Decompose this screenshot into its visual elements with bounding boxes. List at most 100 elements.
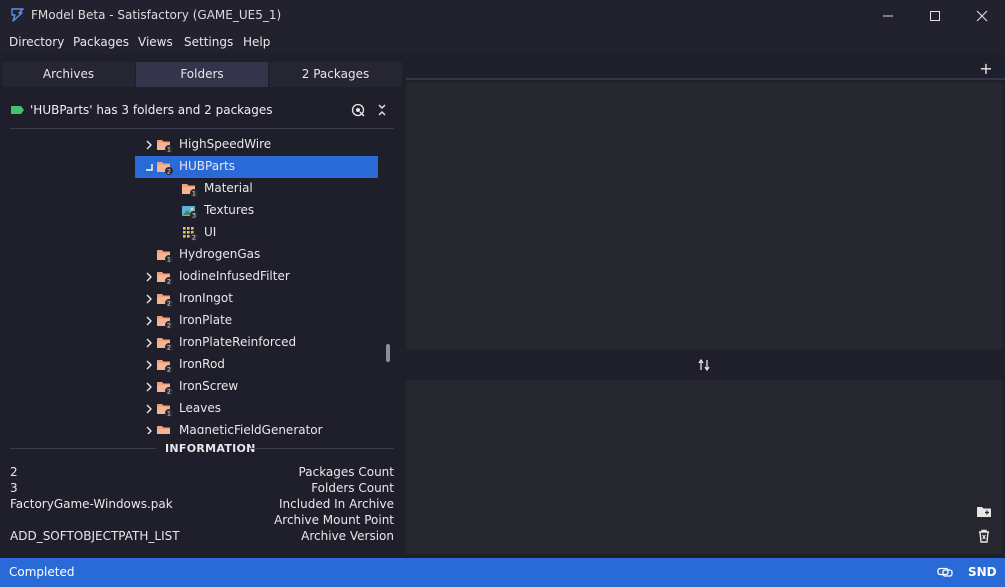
- menu-help[interactable]: Help: [243, 35, 270, 49]
- info-value: 2: [10, 465, 18, 479]
- chevron-right-icon[interactable]: [144, 381, 154, 393]
- info-value: FactoryGame-Windows.pak: [10, 497, 173, 511]
- folder-add-icon[interactable]: [976, 504, 992, 520]
- svg-text:1: 1: [167, 256, 171, 264]
- info-row: FactoryGame-Windows.pak Included In Arch…: [10, 497, 394, 513]
- menu-settings[interactable]: Settings: [184, 35, 233, 49]
- svg-text:3: 3: [192, 212, 196, 220]
- svg-text:2: 2: [167, 388, 171, 396]
- tab-packages[interactable]: 2 Packages: [269, 62, 402, 87]
- info-key: Included In Archive: [279, 497, 394, 511]
- title-bar: FModel Beta - Satisfactory (GAME_UE5_1): [0, 0, 1005, 32]
- chevron-right-icon[interactable]: [144, 403, 154, 415]
- chevron-right-icon[interactable]: [144, 359, 154, 371]
- close-icon: [976, 10, 988, 22]
- chevron-right-icon[interactable]: [144, 271, 154, 283]
- header-divider: [10, 128, 394, 129]
- tree-item[interactable]: 2 IronPlateReinforced: [0, 332, 380, 354]
- menu-bar: Directory Packages Views Settings Help: [0, 32, 1005, 54]
- folder-icon: 2: [157, 360, 173, 374]
- folder-summary: 'HUBParts' has 3 folders and 2 packages: [30, 103, 273, 117]
- tree-item[interactable]: 1 HydrogenGas: [0, 244, 380, 266]
- chevron-down-icon[interactable]: [144, 161, 154, 173]
- minimize-button[interactable]: [865, 0, 911, 32]
- svg-text:2: 2: [167, 168, 171, 176]
- tree-item[interactable]: 2 IodineInfusedFilter: [0, 266, 380, 288]
- chevron-right-icon[interactable]: [144, 337, 154, 349]
- menu-views[interactable]: Views: [138, 35, 173, 49]
- folder-icon: 2: [157, 294, 173, 307]
- tag-icon: [11, 106, 24, 114]
- tree-item[interactable]: 2 IronPlate: [0, 310, 380, 332]
- tree-item-label: MagneticFieldGenerator: [179, 423, 323, 434]
- fmodel-logo-icon: [11, 8, 24, 22]
- link-icon: [937, 567, 953, 577]
- svg-text:2: 2: [167, 344, 171, 352]
- folder-icon: 2: [157, 382, 173, 396]
- maximize-icon: [930, 11, 940, 21]
- info-value: 3: [10, 481, 18, 495]
- folder-icon: 2: [157, 162, 173, 176]
- chevron-right-icon[interactable]: [144, 293, 154, 305]
- collapse-all-icon[interactable]: [377, 103, 387, 117]
- tree-item-label: UI: [204, 225, 217, 239]
- info-value: ADD_SOFTOBJECTPATH_LIST: [10, 529, 180, 543]
- chevron-right-icon[interactable]: [144, 425, 154, 434]
- chevron-right-icon[interactable]: [144, 139, 154, 151]
- tree-item[interactable]: 2 IronRod: [0, 354, 380, 376]
- svg-text:2: 2: [192, 234, 196, 242]
- tree-item[interactable]: MagneticFieldGenerator: [0, 420, 380, 434]
- tree-item[interactable]: 1 Material: [0, 178, 380, 200]
- tree-item[interactable]: 1 HighSpeedWire: [0, 134, 380, 156]
- texture-folder-icon: 3: [182, 206, 198, 220]
- tree-item[interactable]: 2 IronIngot: [0, 288, 380, 310]
- folder-icon: 1: [157, 404, 173, 417]
- tree-item[interactable]: 2 IronScrew: [0, 376, 380, 398]
- info-key: Packages Count: [298, 465, 394, 479]
- tree-item-label: IronIngot: [179, 291, 233, 305]
- explorer-tabs: Archives Folders 2 Packages: [0, 62, 402, 87]
- window-title: FModel Beta - Satisfactory (GAME_UE5_1): [31, 8, 282, 22]
- left-panel: Archives Folders 2 Packages 'HUBParts' h…: [0, 62, 402, 558]
- tree-scrollbar-thumb[interactable]: [386, 344, 390, 362]
- tree-item-label: HighSpeedWire: [179, 137, 272, 151]
- image-preview-area[interactable]: [406, 380, 1003, 554]
- menu-packages[interactable]: Packages: [73, 35, 129, 49]
- tree-item[interactable]: 1 Leaves: [0, 398, 380, 420]
- svg-text:2: 2: [167, 322, 171, 330]
- svg-text:2: 2: [167, 366, 171, 374]
- add-tab-button[interactable]: +: [974, 58, 998, 78]
- info-row: ADD_SOFTOBJECTPATH_LIST Archive Version: [10, 529, 394, 545]
- info-divider-right: [250, 448, 394, 449]
- swap-icon[interactable]: [698, 358, 710, 372]
- editor-tab-underline: [406, 78, 1005, 80]
- folder-icon: 1: [182, 184, 198, 197]
- tree-item[interactable]: 2 UI: [0, 222, 380, 244]
- maximize-button[interactable]: [912, 0, 958, 32]
- tree-item-label: HydrogenGas: [179, 247, 261, 261]
- folder-tree: 1 HighSpeedWire 2 HUBParts 1 Material 3 Texture…: [0, 132, 380, 434]
- info-key: Archive Version: [301, 529, 394, 543]
- status-right-label: SND: [968, 565, 997, 579]
- folder-icon: 1: [157, 250, 173, 264]
- menu-directory[interactable]: Directory: [9, 35, 64, 49]
- folder-icon: 2: [157, 338, 173, 352]
- info-key: Archive Mount Point: [274, 513, 394, 527]
- locate-icon[interactable]: [351, 103, 365, 117]
- tree-item[interactable]: 3 Textures: [0, 200, 380, 222]
- tree-item-label: IronScrew: [179, 379, 239, 393]
- tree-item[interactable]: 2 HUBParts: [0, 156, 380, 178]
- tab-archives[interactable]: Archives: [2, 62, 135, 87]
- close-button[interactable]: [959, 0, 1005, 32]
- svg-text:2: 2: [167, 278, 171, 286]
- editor-area[interactable]: [406, 82, 1003, 350]
- tree-item-label: Textures: [204, 203, 255, 217]
- tab-folders[interactable]: Folders: [136, 62, 268, 87]
- tree-item-label: IronPlate: [179, 313, 233, 327]
- chevron-right-icon[interactable]: [144, 315, 154, 327]
- svg-text:1: 1: [167, 146, 171, 154]
- tree-item-label: Material: [204, 181, 253, 195]
- trash-icon[interactable]: [976, 528, 992, 544]
- tree-item-label: IronRod: [179, 357, 225, 371]
- tree-item-label: IronPlateReinforced: [179, 335, 297, 349]
